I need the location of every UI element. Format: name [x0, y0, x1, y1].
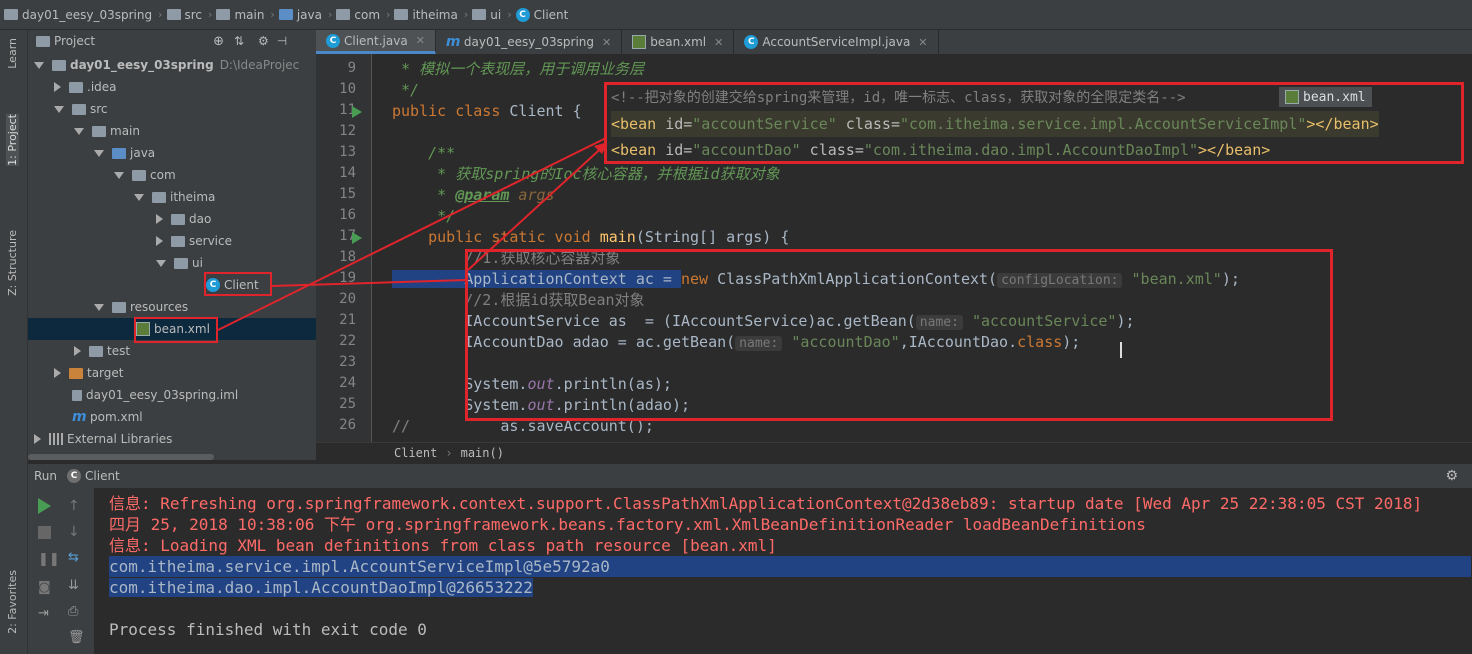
- xml-token: id=: [665, 115, 693, 133]
- xml-token: ></bean>: [1198, 141, 1271, 159]
- xml-bean-account-dao: <bean id="accountDao" class="com.itheima…: [611, 137, 1270, 163]
- run-config-icon: C: [67, 469, 82, 483]
- scroll-up-icon[interactable]: ↑: [68, 498, 84, 514]
- run-config-name[interactable]: Client: [85, 469, 120, 483]
- rerun-icon[interactable]: [38, 498, 51, 514]
- badge-label: bean.xml: [1303, 89, 1366, 105]
- xml-preview-popup: <!--把对象的创建交给spring来管理，id，唯一标志、class，获取对象…: [604, 82, 1464, 164]
- xml-token: <bean: [611, 141, 666, 159]
- gear-icon[interactable]: ⚙: [1445, 468, 1458, 484]
- exit-icon[interactable]: ⇥: [38, 606, 54, 622]
- console-text: com.itheima.service.impl.AccountServiceI…: [109, 557, 610, 576]
- run-panel-header: Run C Client ⚙: [28, 464, 1472, 488]
- xml-token: "accountService": [692, 115, 837, 133]
- annotation-arrow-line: [217, 137, 607, 331]
- xml-file-icon: [1285, 90, 1299, 104]
- run-panel-label: Run: [34, 469, 58, 483]
- console-line: 四月 25, 2018 10:38:06 下午 org.springframew…: [109, 515, 1146, 534]
- soft-wrap-icon[interactable]: ⇆: [68, 550, 84, 566]
- xml-token: class=: [836, 115, 900, 133]
- annotation-arrow-line: [467, 141, 609, 271]
- xml-token: ></bean>: [1306, 115, 1379, 133]
- console-line: 信息: Loading XML bean definitions from cl…: [109, 536, 777, 555]
- xml-comment: <!--把对象的创建交给spring来管理，id，唯一标志、class，获取对象…: [611, 90, 1186, 106]
- console-line: 信息: Refreshing org.springframework.conte…: [109, 494, 1423, 513]
- trash-icon[interactable]: 🗑: [68, 630, 85, 646]
- console-line-selected: com.itheima.service.impl.AccountServiceI…: [109, 556, 1471, 577]
- run-console[interactable]: 信息: Refreshing org.springframework.conte…: [94, 488, 1472, 654]
- console-line-selected: com.itheima.dao.impl.AccountDaoImpl@2665…: [109, 577, 533, 598]
- pause-icon[interactable]: ❚❚: [38, 552, 60, 568]
- xml-token: id=: [665, 141, 693, 159]
- camera-icon[interactable]: ◙: [38, 580, 54, 596]
- annotation-arrow-line: [271, 279, 467, 287]
- scroll-down-icon[interactable]: ↓: [68, 524, 84, 540]
- xml-token: class=: [800, 141, 864, 159]
- xml-token: "com.itheima.dao.impl.AccountDaoImpl": [863, 141, 1199, 159]
- print-icon[interactable]: ⎙: [68, 604, 84, 620]
- run-toolbar: ↑ ↓ ❚❚ ⇆ ◙ ⇊ ⇥ ⎙ 🗑: [28, 488, 94, 654]
- xml-token: "com.itheima.service.impl.AccountService…: [900, 115, 1307, 133]
- stop-icon[interactable]: [38, 526, 51, 539]
- scroll-to-end-icon[interactable]: ⇊: [68, 578, 84, 594]
- xml-token: "accountDao": [692, 141, 801, 159]
- xml-token: <bean: [611, 115, 666, 133]
- xml-file-badge[interactable]: bean.xml: [1279, 87, 1372, 107]
- xml-bean-account-service: <bean id="accountService" class="com.ith…: [611, 111, 1379, 137]
- console-text: com.itheima.dao.impl.AccountDaoImpl@2665…: [109, 578, 533, 597]
- console-line: Process finished with exit code 0: [109, 620, 427, 639]
